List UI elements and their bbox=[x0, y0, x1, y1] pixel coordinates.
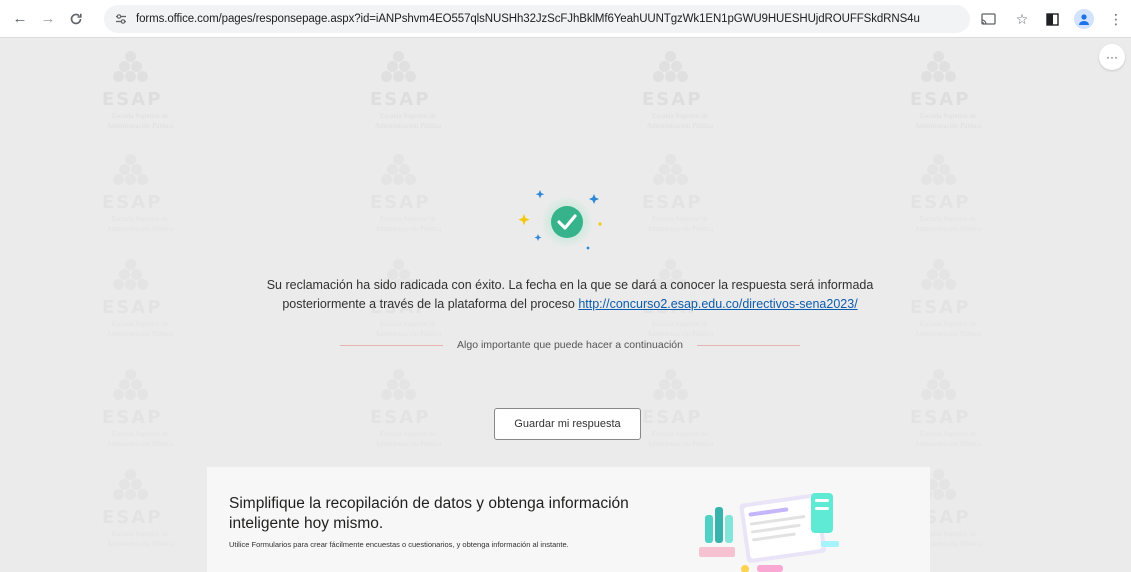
watermark-word: ESAP bbox=[102, 407, 163, 428]
url-path: /pages/responsepage.aspx?id=iANPshvm4EO5… bbox=[218, 13, 920, 25]
save-response-button[interactable]: Guardar mi respuesta bbox=[494, 408, 641, 440]
watermark-word: ESAP bbox=[642, 89, 703, 110]
watermark-word: ESAP bbox=[910, 192, 971, 213]
watermark-subtitle: Escuela Superior deAdministración Públic… bbox=[374, 215, 442, 233]
esap-watermark-logo: ESAP Escuela Superior deAdministración Pú… bbox=[80, 259, 200, 359]
promo-card: Simplifique la recopilación de datos y o… bbox=[207, 467, 930, 572]
address-bar[interactable]: forms.office.com/pages/responsepage.aspx… bbox=[104, 5, 970, 33]
more-options-button[interactable]: ··· bbox=[1099, 44, 1125, 70]
arrow-left-icon[interactable]: ← bbox=[6, 5, 34, 33]
esap-watermark-logo: ESAP Escuela Superior deAdministración Pú… bbox=[80, 51, 200, 151]
esap-watermark-logo: ESAP Escuela Superior deAdministración Pú… bbox=[80, 369, 200, 469]
process-platform-link[interactable]: http://concurso2.esap.edu.co/directivos-… bbox=[578, 297, 857, 311]
watermark-word: ESAP bbox=[370, 89, 431, 110]
next-steps-divider: Algo importante que puede hacer a contin… bbox=[340, 338, 801, 352]
browser-toolbar: ← → forms.office.com/pages/responsepage.… bbox=[0, 0, 1131, 38]
esap-watermark-logo: ESAP Escuela Superior deAdministración Pú… bbox=[348, 51, 468, 151]
watermark-subtitle: Escuela Superior deAdministración Públic… bbox=[914, 430, 982, 448]
side-panel-icon[interactable] bbox=[1042, 9, 1062, 29]
watermark-subtitle: Escuela Superior deAdministración Públic… bbox=[374, 430, 442, 448]
esap-watermark-logo: ESAP Escuela Superior deAdministración Pú… bbox=[888, 369, 1008, 469]
watermark-subtitle: Escuela Superior deAdministración Públic… bbox=[914, 112, 982, 130]
esap-watermark-logo: ESAP Escuela Superior deAdministración Pú… bbox=[80, 154, 200, 254]
watermark-subtitle: Escuela Superior deAdministración Públic… bbox=[374, 112, 442, 130]
confirmation-message: Su reclamación ha sido radicada con éxit… bbox=[190, 276, 950, 314]
watermark-subtitle: Escuela Superior deAdministración Públic… bbox=[646, 215, 714, 233]
confirmation-line-2: posteriormente a través de la plataforma… bbox=[190, 295, 950, 314]
arrow-right-icon[interactable]: → bbox=[34, 5, 62, 33]
success-check-icon bbox=[518, 190, 602, 250]
esap-watermark-logo: ESAP Escuela Superior deAdministración Pú… bbox=[888, 51, 1008, 151]
watermark-word: ESAP bbox=[642, 407, 703, 428]
watermark-word: ESAP bbox=[102, 192, 163, 213]
divider-line-right bbox=[696, 344, 801, 346]
reload-icon[interactable] bbox=[62, 5, 90, 33]
url-host: forms.office.com bbox=[136, 13, 219, 25]
watermark-word: ESAP bbox=[370, 407, 431, 428]
watermark-subtitle: Escuela Superior deAdministración Públic… bbox=[106, 112, 174, 130]
forms-illustration bbox=[699, 493, 839, 572]
watermark-word: ESAP bbox=[910, 89, 971, 110]
tune-icon[interactable] bbox=[114, 12, 128, 26]
watermark-word: ESAP bbox=[102, 89, 163, 110]
watermark-subtitle: Escuela Superior deAdministración Públic… bbox=[646, 112, 714, 130]
kebab-menu-icon[interactable]: ⋮ bbox=[1106, 9, 1126, 29]
watermark-word: ESAP bbox=[642, 192, 703, 213]
esap-watermark-logo: ESAP Escuela Superior deAdministración Pú… bbox=[620, 154, 740, 254]
divider-text: Algo importante que puede hacer a contin… bbox=[457, 339, 683, 351]
watermark-subtitle: Escuela Superior deAdministración Públic… bbox=[914, 215, 982, 233]
confirmation-line-2-text: posteriormente a través de la plataforma… bbox=[282, 297, 579, 311]
promo-description: Utilice Formularios para crear fácilment… bbox=[229, 540, 569, 549]
promo-title: Simplifique la recopilación de datos y o… bbox=[229, 495, 629, 532]
esap-watermark-logo: ESAP Escuela Superior deAdministración Pú… bbox=[620, 51, 740, 151]
watermark-subtitle: Escuela Superior deAdministración Públic… bbox=[374, 320, 442, 338]
esap-watermark-logo: ESAP Escuela Superior deAdministración Pú… bbox=[348, 369, 468, 469]
watermark-word: ESAP bbox=[370, 192, 431, 213]
confirmation-line-1: Su reclamación ha sido radicada con éxit… bbox=[266, 278, 874, 292]
watermark-word: ESAP bbox=[102, 297, 163, 318]
watermark-subtitle: Escuela Superior deAdministración Públic… bbox=[106, 215, 174, 233]
watermark-subtitle: Escuela Superior deAdministración Públic… bbox=[106, 430, 174, 448]
esap-watermark-logo: ESAP Escuela Superior deAdministración Pú… bbox=[348, 154, 468, 254]
url-text[interactable]: forms.office.com/pages/responsepage.aspx… bbox=[136, 13, 920, 25]
profile-icon[interactable] bbox=[1074, 9, 1094, 29]
watermark-subtitle: Escuela Superior deAdministración Públic… bbox=[914, 320, 982, 338]
cast-icon[interactable] bbox=[978, 9, 998, 29]
watermark-subtitle: Escuela Superior deAdministración Públic… bbox=[646, 320, 714, 338]
divider-line-left bbox=[340, 344, 444, 346]
watermark-subtitle: Escuela Superior deAdministración Públic… bbox=[106, 530, 174, 548]
watermark-subtitle: Escuela Superior deAdministración Públic… bbox=[106, 320, 174, 338]
star-icon[interactable]: ☆ bbox=[1012, 9, 1032, 29]
watermark-word: ESAP bbox=[910, 407, 971, 428]
esap-watermark-logo: ESAP Escuela Superior deAdministración Pú… bbox=[80, 469, 200, 569]
esap-watermark-logo: ESAP Escuela Superior deAdministración Pú… bbox=[888, 154, 1008, 254]
watermark-word: ESAP bbox=[102, 507, 163, 528]
